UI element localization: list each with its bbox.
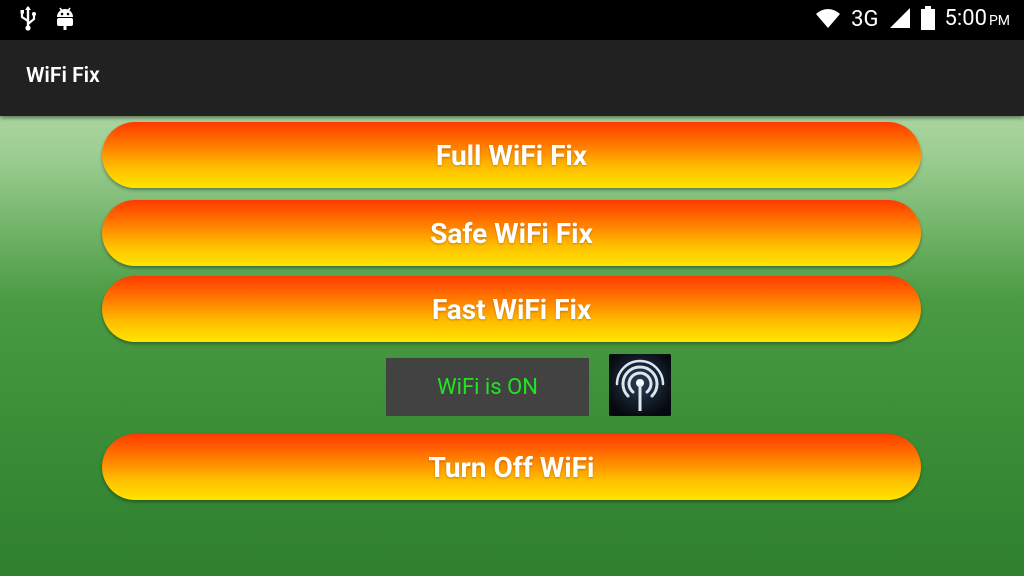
status-bar: 3G 5:00 PM <box>0 0 1024 40</box>
usb-icon <box>18 5 38 35</box>
turn-off-wifi-button[interactable]: Turn Off WiFi <box>102 434 921 500</box>
status-bar-right: 3G 5:00 PM <box>815 6 1010 34</box>
android-debug-icon <box>54 5 76 35</box>
app-title: WiFi Fix <box>26 64 100 88</box>
full-wifi-fix-button[interactable]: Full WiFi Fix <box>102 122 921 188</box>
fast-wifi-fix-button[interactable]: Fast WiFi Fix <box>102 276 921 342</box>
network-type: 3G <box>851 7 879 32</box>
wifi-tower-icon <box>609 354 671 416</box>
wifi-status-label: WiFi is ON <box>386 358 589 416</box>
action-bar: WiFi Fix <box>0 40 1024 116</box>
wifi-signal-icon <box>815 7 841 33</box>
safe-wifi-fix-button[interactable]: Safe WiFi Fix <box>102 200 921 266</box>
clock-time: 5:00 <box>944 6 987 31</box>
cell-signal-icon <box>889 7 911 33</box>
clock-ampm: PM <box>988 13 1010 29</box>
status-bar-left <box>18 6 76 34</box>
clock: 5:00 PM <box>945 5 1010 35</box>
battery-icon <box>920 6 935 34</box>
